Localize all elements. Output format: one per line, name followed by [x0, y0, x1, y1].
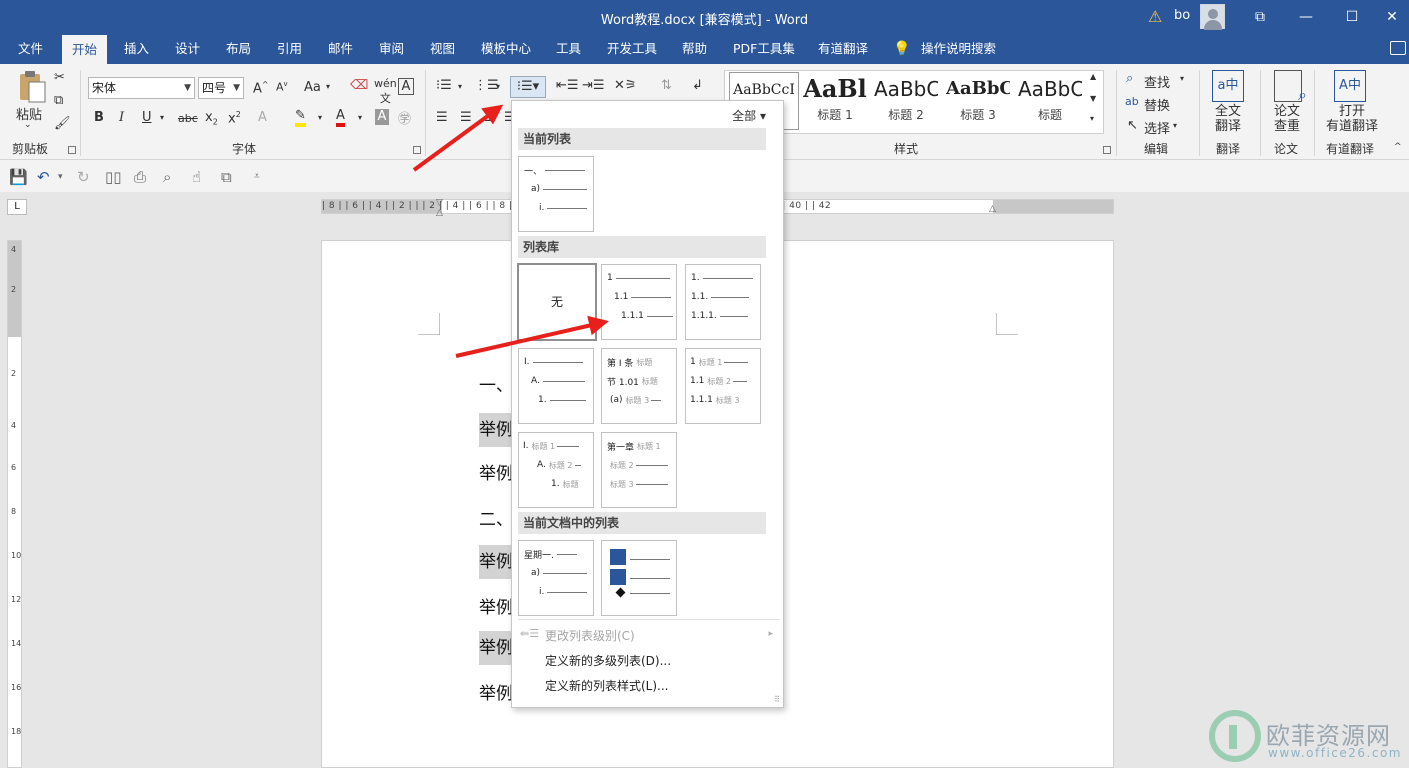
watermark-logo-icon — [1209, 710, 1261, 762]
arrow-to-multilevel-button — [412, 104, 504, 172]
watermark-url: www.office26.com — [1268, 746, 1402, 760]
annotation-arrows — [412, 104, 609, 358]
site-watermark: 欧菲资源网 www.office26.com — [1206, 708, 1406, 766]
arrow-to-list-style — [455, 315, 609, 358]
